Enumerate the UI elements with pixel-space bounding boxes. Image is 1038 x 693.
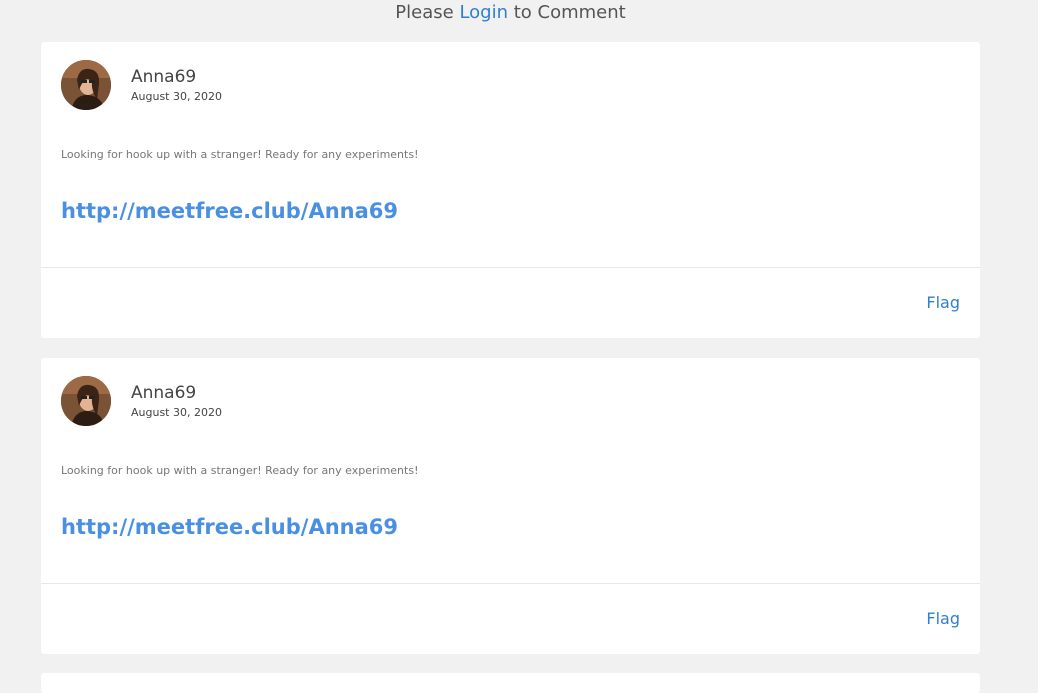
avatar[interactable] [61, 376, 111, 426]
flag-button[interactable]: Flag [926, 293, 960, 313]
flag-button[interactable]: Flag [926, 609, 960, 629]
comment-card: Anna69 August 30, 2020 Looking for hook … [41, 358, 980, 654]
login-link[interactable]: Login [459, 2, 508, 23]
comment-card: Anna69 August 30, 2020 Looking for hook … [41, 42, 980, 338]
login-prefix: Please [395, 2, 454, 23]
comment-footer: Flag [41, 584, 980, 654]
comment-link[interactable]: http://meetfree.club/Anna69 [61, 197, 398, 225]
comment-body: Anna69 August 30, 2020 Looking for hook … [41, 358, 980, 584]
comment-date: August 30, 2020 [131, 406, 222, 419]
comment-card-partial [41, 673, 980, 693]
comment-body: Anna69 August 30, 2020 Looking for hook … [41, 42, 980, 268]
comment-footer: Flag [41, 268, 980, 338]
login-prompt: Please Login to Comment [0, 0, 1021, 26]
avatar-photo-icon [61, 60, 111, 110]
comment-author: Anna69 [131, 67, 197, 87]
comment-link[interactable]: http://meetfree.club/Anna69 [61, 513, 398, 541]
comment-date: August 30, 2020 [131, 90, 222, 103]
login-suffix: to Comment [513, 2, 626, 23]
comment-author: Anna69 [131, 383, 197, 403]
avatar-photo-icon [61, 376, 111, 426]
comment-text: Looking for hook up with a stranger! Rea… [61, 464, 419, 477]
comment-text: Looking for hook up with a stranger! Rea… [61, 148, 419, 161]
avatar[interactable] [61, 60, 111, 110]
